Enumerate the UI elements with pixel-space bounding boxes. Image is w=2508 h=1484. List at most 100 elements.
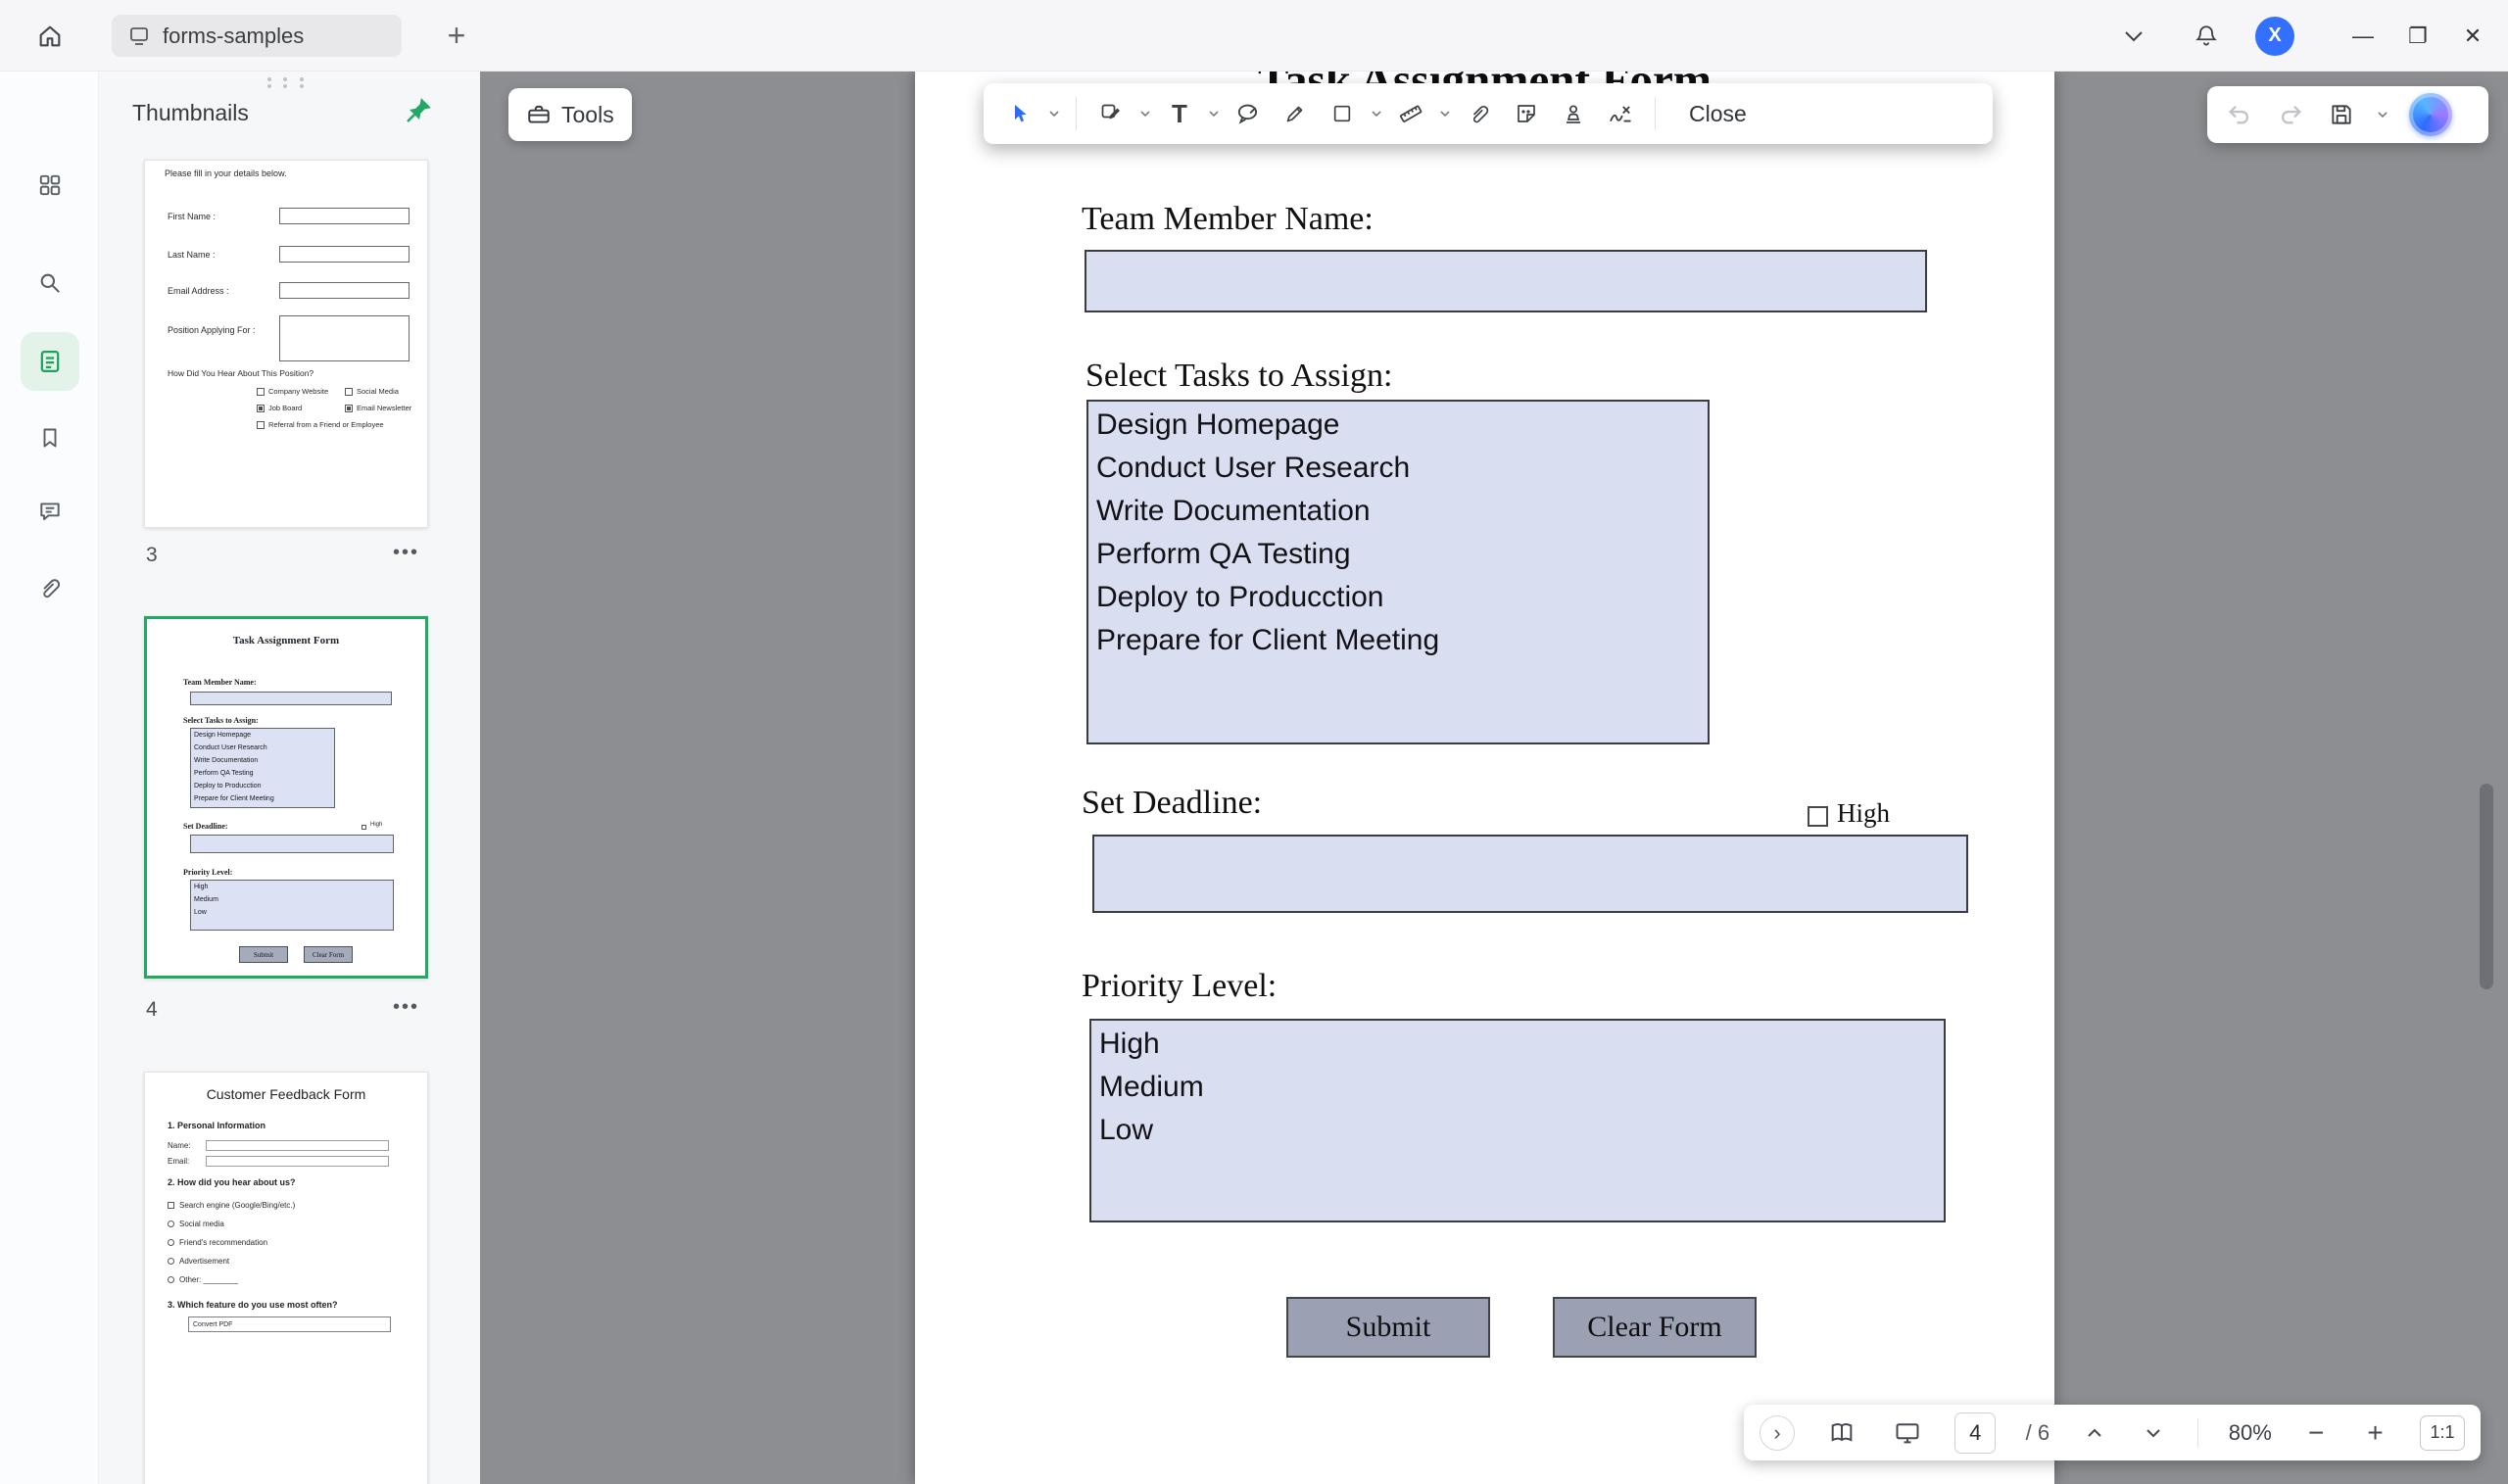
thumb5-label: Email: xyxy=(168,1157,189,1166)
window-close-button[interactable]: ✕ xyxy=(2445,15,2500,58)
save-chevron-icon[interactable] xyxy=(2374,95,2391,134)
presentation-mode-icon[interactable] xyxy=(1890,1415,1925,1451)
text-tool-chevron-icon[interactable] xyxy=(1206,92,1222,135)
shape-tool-icon[interactable] xyxy=(1322,92,1363,135)
thumb3-option: Email Newsletter xyxy=(345,404,411,412)
save-icon[interactable] xyxy=(2323,95,2360,134)
high-checkbox-label: High xyxy=(1837,798,1890,829)
thumb5-dropdown: Convert PDF xyxy=(188,1316,391,1332)
measure-tool-chevron-icon[interactable] xyxy=(1437,92,1453,135)
priority-listbox[interactable]: High Medium Low xyxy=(1089,1019,1946,1222)
thumbnails-panel: Thumbnails Please fill in your details b… xyxy=(99,72,480,1484)
thumb4-listbox: Design Homepage Conduct User Research Wr… xyxy=(190,728,335,808)
task-option[interactable]: Design Homepage xyxy=(1088,404,1708,447)
select-tool-icon[interactable] xyxy=(999,92,1040,135)
thumb3-option: Company Website xyxy=(257,387,328,396)
thumb3-option: Referral from a Friend or Employee xyxy=(257,420,384,429)
annotation-toolbar: T Close xyxy=(984,83,1993,144)
page-total-label: / 6 xyxy=(2026,1420,2050,1446)
deadline-input[interactable] xyxy=(1092,835,1968,913)
shape-tool-chevron-icon[interactable] xyxy=(1369,92,1384,135)
thumbnail-page-number: 4 xyxy=(146,998,158,1022)
tab-title: forms-samples xyxy=(163,24,304,49)
thumbnail-menu-button[interactable]: ••• xyxy=(393,542,419,564)
highlight-tool-chevron-icon[interactable] xyxy=(1137,92,1153,135)
next-page-icon[interactable] xyxy=(2139,1415,2168,1451)
task-option[interactable]: Prepare for Client Meeting xyxy=(1088,619,1708,662)
pen-tool-icon[interactable] xyxy=(1275,92,1316,135)
submit-button[interactable]: Submit xyxy=(1286,1297,1490,1358)
apps-grid-icon[interactable] xyxy=(30,166,70,205)
thumb3-option: Job Board xyxy=(257,404,302,412)
thumb3-field-label: Last Name : xyxy=(168,250,216,260)
thumb3-field-label: Position Applying For : xyxy=(168,325,256,335)
tasks-listbox[interactable]: Design Homepage Conduct User Research Wr… xyxy=(1086,400,1710,744)
window-maximize-button[interactable]: ❐ xyxy=(2390,15,2445,58)
zoom-in-button[interactable]: + xyxy=(2361,1417,2390,1449)
thumb5-input xyxy=(206,1140,389,1151)
priority-option[interactable]: Low xyxy=(1091,1109,1944,1152)
actual-size-button[interactable]: 1:1 xyxy=(2420,1415,2465,1451)
measure-tool-icon[interactable] xyxy=(1390,92,1431,135)
left-sidebar-rail xyxy=(0,72,99,1484)
attachment-paperclip-icon[interactable] xyxy=(30,568,70,607)
redo-icon[interactable] xyxy=(2272,95,2309,134)
thumb4-title: Task Assignment Form xyxy=(147,635,425,646)
high-checkbox[interactable] xyxy=(1808,806,1828,827)
home-icon[interactable] xyxy=(31,18,69,55)
attach-tool-icon[interactable] xyxy=(1459,92,1500,135)
clear-form-button[interactable]: Clear Form xyxy=(1553,1297,1757,1358)
task-option[interactable]: Write Documentation xyxy=(1088,490,1708,533)
highlight-tool-icon[interactable] xyxy=(1090,92,1132,135)
thumbnail-menu-button[interactable]: ••• xyxy=(393,996,419,1019)
thumb4-label: Priority Level: xyxy=(183,868,232,877)
text-tool-icon[interactable]: T xyxy=(1159,92,1200,135)
thumb5-section: 2. How did you hear about us? xyxy=(168,1177,296,1187)
task-option[interactable]: Perform QA Testing xyxy=(1088,533,1708,576)
new-tab-button[interactable]: + xyxy=(437,16,476,55)
stamp-tool-icon[interactable] xyxy=(1553,92,1594,135)
task-option[interactable]: Conduct User Research xyxy=(1088,447,1708,490)
toolbar-divider xyxy=(1076,97,1077,130)
undo-icon[interactable] xyxy=(2221,95,2258,134)
task-option[interactable]: Deploy to Producction xyxy=(1088,576,1708,619)
toolbar-close-button[interactable]: Close xyxy=(1679,101,1757,127)
comments-icon[interactable] xyxy=(30,492,70,531)
notifications-bell-icon[interactable] xyxy=(2185,15,2228,58)
previous-page-icon[interactable] xyxy=(2080,1415,2109,1451)
team-member-label: Team Member Name: xyxy=(1082,201,1374,238)
select-tool-chevron-icon[interactable] xyxy=(1046,92,1062,135)
pin-panel-icon[interactable] xyxy=(405,95,436,126)
thumbnail-page-4-selected[interactable]: Task Assignment Form Team Member Name: S… xyxy=(144,616,428,979)
read-mode-icon[interactable] xyxy=(1824,1415,1859,1451)
vertical-scrollbar-thumb[interactable] xyxy=(2480,784,2493,989)
document-page: Task Assignment Form Team Member Name: S… xyxy=(915,72,2054,1484)
signature-tool-icon[interactable] xyxy=(1600,92,1641,135)
titlebar-chevron-down-icon[interactable] xyxy=(2112,15,2155,58)
tools-button[interactable]: Tools xyxy=(508,88,632,141)
thumb3-field-label: First Name : xyxy=(168,212,216,221)
comment-tool-icon[interactable] xyxy=(1228,92,1269,135)
collapse-bar-button[interactable]: › xyxy=(1760,1415,1795,1451)
priority-option[interactable]: Medium xyxy=(1091,1066,1944,1109)
thumbnails-pages-icon[interactable] xyxy=(21,332,79,391)
thumbnail-page-5[interactable]: Customer Feedback Form 1. Personal Infor… xyxy=(144,1072,428,1484)
thumb5-option: Search engine (Google/Bing/etc.) xyxy=(168,1201,295,1210)
window-minimize-button[interactable]: — xyxy=(2336,15,2390,58)
thumbnail-page-3[interactable]: Please fill in your details below. First… xyxy=(144,160,428,528)
search-icon[interactable] xyxy=(30,263,70,303)
thumb3-input xyxy=(279,246,410,263)
ai-assistant-icon[interactable] xyxy=(2409,93,2452,136)
bookmark-icon[interactable] xyxy=(30,418,70,457)
zoom-out-button[interactable]: − xyxy=(2301,1417,2331,1449)
page-number-input[interactable] xyxy=(1954,1412,1996,1454)
priority-option[interactable]: High xyxy=(1091,1023,1944,1066)
thumb3-option: Social Media xyxy=(345,387,399,396)
panel-drag-handle[interactable] xyxy=(267,77,313,88)
user-avatar[interactable]: X xyxy=(2255,17,2294,56)
document-tab[interactable]: forms-samples xyxy=(112,15,402,57)
statusbar-divider xyxy=(2197,1418,2198,1448)
team-member-input[interactable] xyxy=(1085,250,1927,312)
window-titlebar: forms-samples + X — ❐ ✕ xyxy=(0,0,2508,72)
sticker-tool-icon[interactable] xyxy=(1506,92,1547,135)
